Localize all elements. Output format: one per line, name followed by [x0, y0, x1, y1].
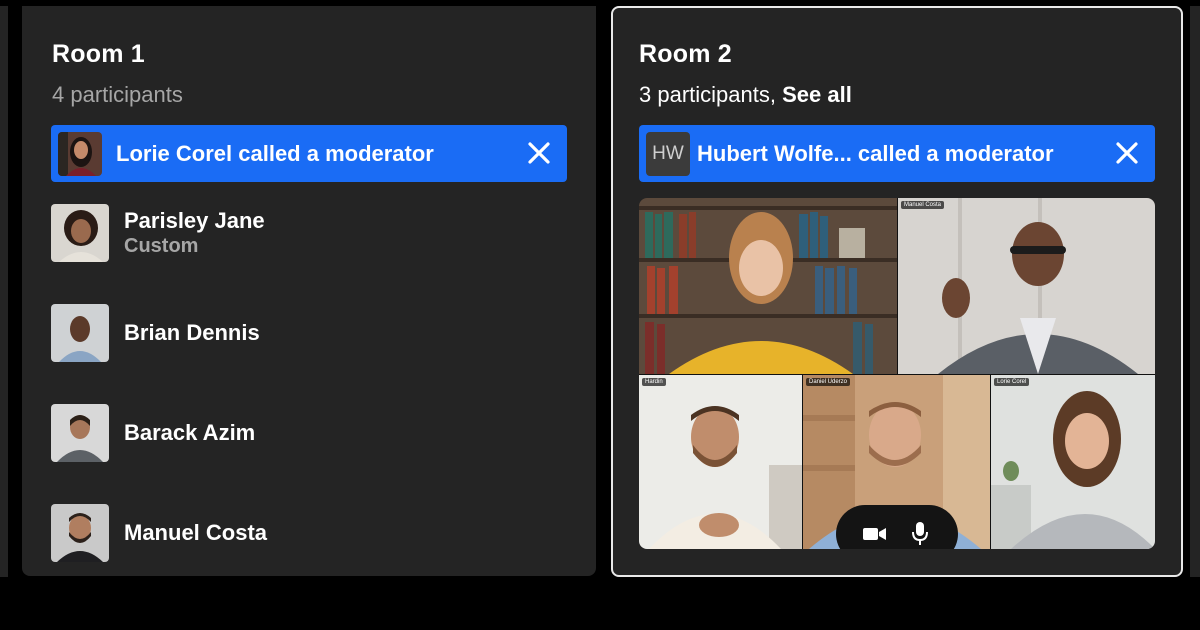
participant-row[interactable]: Parisley Jane Custom [51, 204, 531, 262]
room-card-1[interactable]: Room 1 4 participants Lorie Corel called… [22, 6, 596, 576]
participant-name: Barack Azim [124, 420, 256, 445]
moderator-call-alert[interactable]: HW Hubert Wolfe... called a moderator [639, 125, 1155, 182]
participant-count: 3 participants, See all [639, 82, 852, 108]
close-icon[interactable] [525, 139, 553, 167]
video-tile[interactable] [639, 198, 897, 374]
call-controls [836, 505, 958, 549]
participant-role: Custom [124, 235, 199, 257]
camera-icon[interactable] [862, 521, 888, 547]
participant-row[interactable]: Manuel Costa [51, 504, 531, 562]
close-icon[interactable] [1113, 139, 1141, 167]
video-name-tag: Daniel Uderzo [806, 378, 851, 386]
room-card-2[interactable]: Room 2 3 participants, See all HW Hubert… [611, 6, 1183, 577]
avatar-initials: HW [646, 131, 690, 176]
video-grid: Manuel Costa Hardin Daniel Uderzo Lorie … [639, 198, 1155, 549]
avatar [51, 404, 109, 462]
video-name-tag: Hardin [642, 378, 666, 386]
avatar [51, 204, 109, 262]
see-all-link[interactable]: See all [782, 82, 852, 107]
avatar [51, 304, 109, 362]
participant-row[interactable]: Barack Azim [51, 404, 531, 462]
video-name-tag: Manuel Costa [901, 201, 945, 209]
participant-count-text: 3 participants, [639, 82, 776, 107]
breakout-rooms-view: Room 1 4 participants Lorie Corel called… [0, 0, 1200, 630]
video-tile[interactable]: Hardin [639, 375, 802, 549]
avatar [51, 504, 109, 562]
moderator-call-alert[interactable]: Lorie Corel called a moderator [51, 125, 567, 182]
room-title: Room 1 [52, 40, 145, 68]
participant-name: Parisley Jane [124, 208, 265, 233]
participant-row[interactable]: Brian Dennis [51, 304, 531, 362]
participant-name: Manuel Costa [124, 520, 268, 545]
previous-room-panel-edge [0, 6, 8, 577]
avatar [58, 131, 102, 176]
next-room-panel-edge [1190, 6, 1200, 577]
participant-count: 4 participants [52, 82, 183, 107]
room-title: Room 2 [639, 40, 732, 68]
video-tile[interactable]: Lorie Corel [991, 375, 1155, 549]
participant-name: Brian Dennis [124, 320, 260, 345]
alert-message: Lorie Corel called a moderator [116, 140, 434, 166]
video-tile[interactable]: Manuel Costa [898, 198, 1155, 374]
video-name-tag: Lorie Corel [994, 378, 1030, 386]
microphone-icon[interactable] [907, 521, 933, 547]
alert-message: Hubert Wolfe... called a moderator [697, 140, 1054, 166]
